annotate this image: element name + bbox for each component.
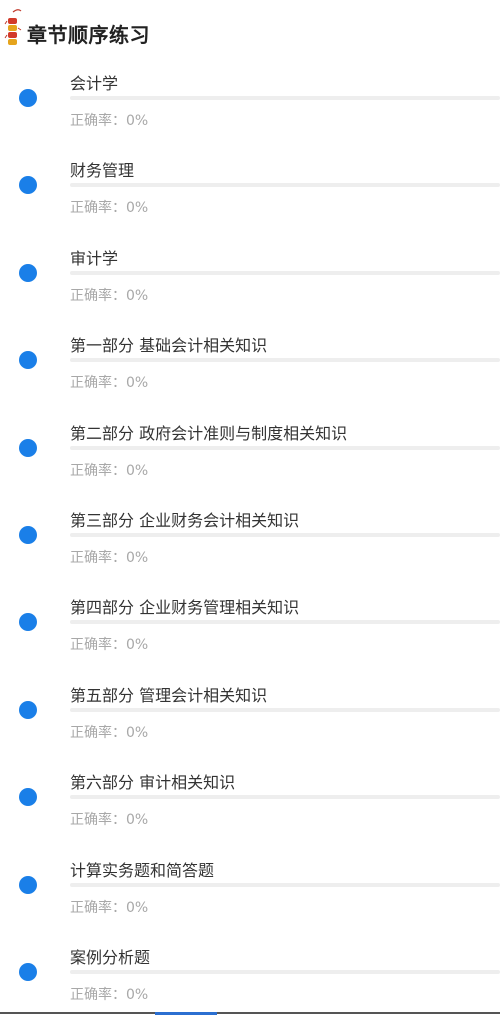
chapter-item[interactable]: 会计学正确率：0% [0, 62, 500, 149]
chapter-title: 第六部分 审计相关知识 [70, 773, 236, 793]
chapter-progress-bar [70, 620, 500, 625]
chapter-item[interactable]: 计算实务题和简答题 正确率：0% [0, 849, 500, 936]
chapter-dot-icon [19, 351, 37, 370]
chapter-item[interactable]: 第六部分 审计相关知识 正确率：0% [0, 761, 500, 848]
chapter-dot-icon [19, 875, 37, 894]
chapter-progress-bar [70, 358, 500, 363]
chapter-accuracy-label: 正确率：0% [70, 287, 149, 304]
chapter-dot-icon [19, 438, 37, 457]
chapter-item[interactable]: 第四部分 企业财务管理相关知识 正确率：0% [0, 586, 500, 673]
chapter-progress-bar [70, 970, 500, 974]
chapter-item[interactable]: 案例分析题正确率：0% [0, 936, 500, 1023]
page-title: 章节顺序练习 [27, 23, 150, 47]
chapter-dot-icon [19, 613, 37, 632]
chapter-title: 第三部分 企业财务会计相关知识 [70, 511, 300, 530]
chapter-title: 计算实务题和简答题 [70, 860, 215, 880]
chapter-accuracy-label: 正确率：0% [70, 113, 149, 129]
chapter-accuracy-label: 正确率：0% [70, 637, 149, 654]
chapter-title: 第五部分 管理会计相关知识 [70, 685, 268, 705]
chapter-item[interactable]: 第五部分 管理会计相关知识 正确率：0% [0, 674, 500, 761]
chapter-progress-bar [70, 707, 500, 712]
chapter-accuracy-label: 正确率：0% [70, 550, 149, 566]
chapter-accuracy-label: 正确率：0% [70, 812, 149, 829]
chapter-progress-bar [70, 445, 500, 450]
chapter-item[interactable]: 财务管理正确率：0% [0, 149, 500, 236]
chapter-item[interactable]: 第二部分 政府会计准则与制度相关知识 正确率：0% [0, 412, 500, 499]
chapter-title: 会计学 [70, 74, 119, 93]
chapter-dot-icon [19, 263, 37, 282]
chapter-item[interactable]: 第三部分 企业财务会计相关知识 正确率：0% [0, 499, 500, 586]
chapter-dot-icon [19, 526, 37, 544]
chapter-accuracy-label: 正确率：0% [70, 375, 149, 392]
chapter-progress-bar [70, 183, 500, 188]
page-header: 章节顺序练习 [0, 0, 500, 62]
chapter-progress-bar [70, 270, 500, 275]
chapter-accuracy-label: 正确率：0% [70, 200, 149, 217]
chapter-accuracy-label: 正确率：0% [70, 987, 149, 1003]
chapter-accuracy-label: 正确率：0% [70, 462, 149, 479]
chapter-accuracy-label: 正确率：0% [70, 724, 149, 741]
bottom-divider [0, 1012, 500, 1014]
chapter-progress-bar [70, 882, 500, 887]
chapter-title: 第二部分 政府会计准则与制度相关知识 [70, 423, 348, 443]
chapter-progress-bar [70, 795, 500, 800]
chapter-dot-icon [19, 176, 37, 195]
chapter-title: 第四部分 企业财务管理相关知识 [70, 598, 300, 618]
chapter-dot-icon [19, 700, 37, 719]
chapter-accuracy-label: 正确率：0% [70, 899, 149, 916]
chapter-dot-icon [19, 89, 37, 107]
chapter-title: 第一部分 基础会计相关知识 [70, 336, 268, 356]
chapter-title: 案例分析题 [70, 948, 151, 967]
firecracker-icon [4, 8, 22, 48]
chapter-dot-icon [19, 963, 37, 981]
chapter-dot-icon [19, 788, 37, 807]
chapter-item[interactable]: 第一部分 基础会计相关知识 正确率：0% [0, 324, 500, 411]
chapter-item[interactable]: 审计学正确率：0% [0, 237, 500, 324]
chapter-progress-bar [70, 96, 500, 100]
chapter-title: 审计学 [70, 248, 119, 268]
chapter-title: 财务管理 [70, 161, 135, 181]
chapter-progress-bar [70, 533, 500, 537]
